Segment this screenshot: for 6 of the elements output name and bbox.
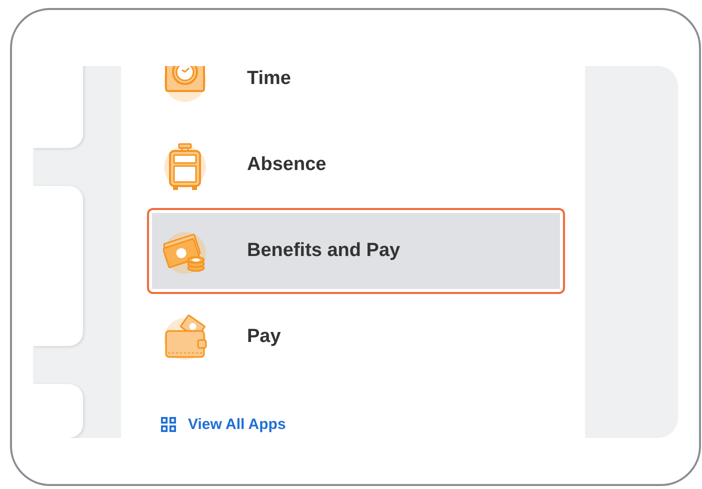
app-item[interactable]: Time [147, 66, 565, 122]
app-item[interactable]: Pay [147, 294, 565, 380]
app-item[interactable]: Absence [147, 122, 565, 208]
app-item[interactable]: Benefits and Pay [147, 208, 565, 294]
view-all-apps-link[interactable]: View All Apps [161, 416, 286, 433]
grid-icon [161, 417, 176, 432]
